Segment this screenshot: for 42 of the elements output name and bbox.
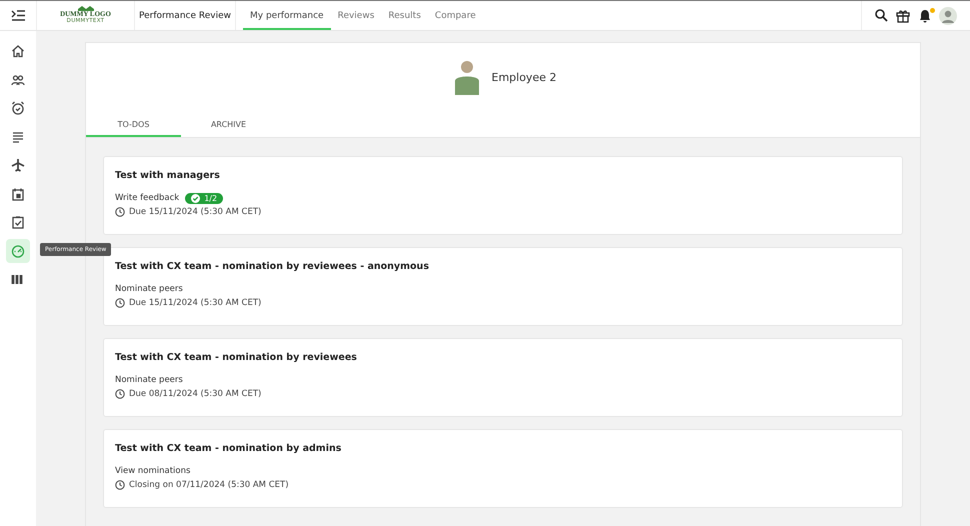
task-title: Test with CX team - nomination by reviewees (115, 352, 358, 363)
clock-icon (115, 207, 125, 217)
nav-tab[interactable]: Reviews (330, 3, 382, 30)
clock-icon (115, 480, 125, 490)
clipboard-check-icon (11, 215, 25, 229)
columns-icon (11, 272, 25, 286)
alarm-clock-icon (11, 101, 25, 115)
task-title: Test with CX team - nomination by reviewees - anonymous (115, 261, 430, 272)
employee-name: Employee 2 (492, 70, 556, 84)
lines-icon (11, 130, 25, 144)
tab[interactable]: TO-DOS (86, 116, 181, 137)
calendar-icon (11, 186, 25, 200)
due-date: Due 15/11/2024 (5:30 AM CET) (129, 207, 262, 217)
nav-tab[interactable]: Compare (428, 3, 483, 30)
task-title: Test with managers (115, 170, 221, 181)
task-card[interactable]: Test with CX team - nomination by admins View nominations Closing on 07/11/2024 (5:30 AM CET) (103, 429, 903, 508)
gift-icon[interactable] (896, 8, 910, 22)
clock-icon (115, 389, 125, 399)
task-action: View nominations (115, 466, 190, 476)
due-date: Closing on 07/11/2024 (5:30 AM CET) (129, 480, 289, 490)
progress-badge: 1/2 (185, 192, 224, 204)
section-title: Performance Review (135, 1, 236, 30)
task-card[interactable]: Test with CX team - nomination by reviewees Nominate peers Due 08/11/2024 (5:30 AM CET) (103, 338, 903, 417)
task-action: Nominate peers (115, 375, 183, 385)
gauge-icon (11, 244, 25, 258)
airplane-icon (11, 158, 25, 172)
bell-icon[interactable] (918, 8, 931, 22)
nav-tab[interactable]: My performance (243, 3, 331, 30)
nav-tab[interactable]: Results (381, 3, 428, 30)
clock-icon (115, 298, 125, 308)
menu-icon[interactable] (11, 10, 25, 21)
tab[interactable]: ARCHIVE (181, 116, 276, 137)
people-icon (11, 72, 25, 86)
task-action: Write feedback (115, 193, 180, 203)
task-card[interactable]: Test with managers Write feedback 1/2 Due 15/11/2024 (5:30 AM CET) (103, 156, 903, 235)
search-icon[interactable] (874, 9, 888, 22)
task-title: Test with CX team - nomination by admins (115, 443, 342, 454)
home-icon (11, 44, 25, 58)
due-date: Due 15/11/2024 (5:30 AM CET) (129, 298, 262, 308)
due-date: Due 08/11/2024 (5:30 AM CET) (129, 389, 262, 399)
task-action: Nominate peers (115, 284, 183, 294)
avatar[interactable] (939, 6, 958, 24)
